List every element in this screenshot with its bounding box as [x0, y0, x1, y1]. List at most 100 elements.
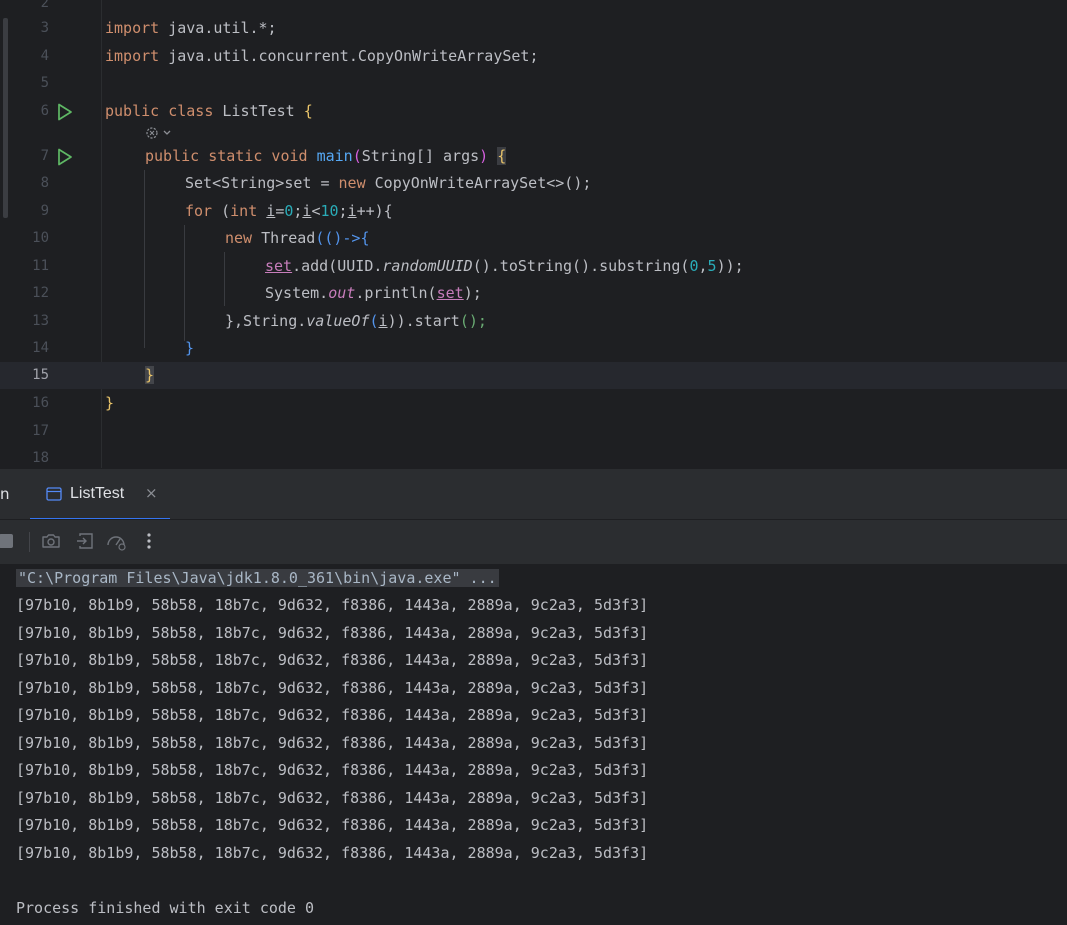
- code-fragment: .println(: [355, 284, 437, 302]
- keyword: for: [185, 202, 213, 220]
- code-fragment: Set<String>set =: [185, 174, 339, 192]
- code-text: import java.util.concurrent.CopyOnWriteA…: [105, 47, 538, 65]
- line-number: 15: [32, 367, 49, 383]
- console-output-line: [97b10, 8b1b9, 58b58, 18b7c, 9d632, f838…: [16, 679, 649, 697]
- console-output-line: [97b10, 8b1b9, 58b58, 18b7c, 9d632, f838…: [16, 651, 649, 669]
- brace: }: [145, 366, 155, 384]
- code-fragment: java.util.*;: [159, 19, 277, 37]
- static-field: out: [328, 284, 356, 302]
- code-text: },String.valueOf(i)).start();: [225, 312, 487, 330]
- code-text: public static void main(String[] args) {: [145, 147, 507, 165]
- brace: }: [105, 394, 115, 412]
- code-line[interactable]: 7 public static void main(String[] args)…: [0, 143, 1067, 170]
- line-number: 12: [32, 285, 49, 301]
- console-output-line: [97b10, 8b1b9, 58b58, 18b7c, 9d632, f838…: [16, 734, 649, 752]
- line-number: 5: [40, 75, 49, 91]
- ide-window: 2 3 import java.util.*; 4 import java.ut…: [0, 0, 1067, 925]
- line-number: 10: [32, 230, 49, 246]
- code-fragment: ,: [698, 257, 708, 275]
- console-output[interactable]: "C:\Program Files\Java\jdk1.8.0_361\bin\…: [0, 564, 1067, 925]
- code-line[interactable]: 13 },String.valueOf(i)).start();: [0, 308, 1067, 335]
- close-icon[interactable]: ×: [145, 484, 158, 502]
- variable: i: [378, 312, 388, 330]
- run-method-icon[interactable]: [56, 148, 74, 166]
- code-line[interactable]: 16 }: [0, 390, 1067, 417]
- line-number: 4: [40, 48, 49, 64]
- number: 10: [320, 202, 339, 220]
- line-number: 14: [32, 340, 49, 356]
- variable: set: [265, 257, 293, 275]
- variable: i: [347, 202, 357, 220]
- console-command-line: "C:\Program Files\Java\jdk1.8.0_361\bin\…: [16, 565, 499, 592]
- more-icon[interactable]: [138, 530, 160, 552]
- code-line[interactable]: 6 public class ListTest {: [0, 98, 1067, 125]
- class-name: ListTest: [213, 102, 304, 120]
- keyword: import: [105, 47, 160, 65]
- brace: }: [185, 339, 195, 357]
- paren: ): [479, 147, 489, 165]
- keyword: int: [230, 202, 258, 220]
- number: 5: [707, 257, 717, 275]
- code-fragment: System.: [265, 284, 329, 302]
- line-number: 17: [32, 423, 49, 439]
- current-code-line[interactable]: 15 }: [0, 362, 1067, 389]
- screenshot-icon[interactable]: [40, 530, 62, 552]
- code-text: public class ListTest {: [105, 102, 313, 120]
- code-fragment: =: [275, 202, 285, 220]
- restore-layout-icon[interactable]: [74, 530, 96, 552]
- console-tab-icon: [46, 487, 62, 501]
- run-class-icon[interactable]: [56, 103, 74, 121]
- code-fragment: )).start: [387, 312, 460, 330]
- static-method: valueOf: [306, 312, 370, 330]
- code-line[interactable]: 18: [0, 445, 1067, 468]
- code-line[interactable]: 5: [0, 70, 1067, 97]
- keyword: import: [105, 19, 160, 37]
- console-output-line: [97b10, 8b1b9, 58b58, 18b7c, 9d632, f838…: [16, 596, 649, 614]
- code-line[interactable]: 12 System.out.println(set);: [0, 280, 1067, 307]
- variable: set: [436, 284, 464, 302]
- keyword: public class: [105, 102, 214, 120]
- console-output-line: [97b10, 8b1b9, 58b58, 18b7c, 9d632, f838…: [16, 816, 649, 834]
- code-line[interactable]: 3 import java.util.*;: [0, 15, 1067, 42]
- tab-label: ListTest: [70, 485, 125, 502]
- code-fragment: ().toString().substring(: [472, 257, 690, 275]
- console-output-line: [97b10, 8b1b9, 58b58, 18b7c, 9d632, f838…: [16, 789, 649, 807]
- paren: (: [369, 312, 379, 330]
- code-editor[interactable]: 2 3 import java.util.*; 4 import java.ut…: [0, 0, 1067, 468]
- profiler-icon[interactable]: [105, 530, 127, 552]
- code-vision-icon[interactable]: [145, 126, 175, 140]
- line-number: 16: [32, 395, 49, 411]
- code-line[interactable]: 9 for (int i=0;i<10;i++){: [0, 198, 1067, 225]
- console-output-line: [97b10, 8b1b9, 58b58, 18b7c, 9d632, f838…: [16, 624, 649, 642]
- static-method: randomUUID: [382, 257, 473, 275]
- code-text: import java.util.*;: [105, 19, 277, 37]
- code-line[interactable]: 8 Set<String>set = new CopyOnWriteArrayS…: [0, 170, 1067, 197]
- console-command[interactable]: "C:\Program Files\Java\jdk1.8.0_361\bin\…: [16, 569, 499, 587]
- line-number: 9: [40, 203, 49, 219]
- code-text: }: [145, 366, 155, 384]
- tab-listtest[interactable]: ListTest ×: [30, 469, 170, 521]
- code-fragment: (: [212, 202, 231, 220]
- code-line[interactable]: 14 }: [0, 335, 1067, 362]
- code-line[interactable]: 17: [0, 418, 1067, 445]
- number: 0: [689, 257, 699, 275]
- code-fragment: .add(UUID.: [292, 257, 383, 275]
- variable: i: [266, 202, 276, 220]
- console-output-line: [97b10, 8b1b9, 58b58, 18b7c, 9d632, f838…: [16, 706, 649, 724]
- line-number: 18: [32, 450, 49, 466]
- brace: {: [303, 102, 313, 120]
- code-line[interactable]: 4 import java.util.concurrent.CopyOnWrit…: [0, 43, 1067, 70]
- method-name: main: [316, 147, 353, 165]
- paren: (: [352, 147, 362, 165]
- code-fragment: String[] args: [361, 147, 480, 165]
- code-line[interactable]: 10 new Thread(()->{: [0, 225, 1067, 252]
- code-text: set.add(UUID.randomUUID().toString().sub…: [265, 257, 744, 275]
- code-fragment: CopyOnWriteArraySet<>();: [365, 174, 592, 192]
- line-number: 6: [40, 103, 49, 119]
- line-number: 2: [40, 0, 49, 11]
- stop-icon[interactable]: [0, 530, 18, 552]
- keyword: new: [338, 174, 366, 192]
- line-number: 3: [40, 20, 49, 36]
- code-line[interactable]: 11 set.add(UUID.randomUUID().toString().…: [0, 253, 1067, 280]
- keyword: public static void: [145, 147, 308, 165]
